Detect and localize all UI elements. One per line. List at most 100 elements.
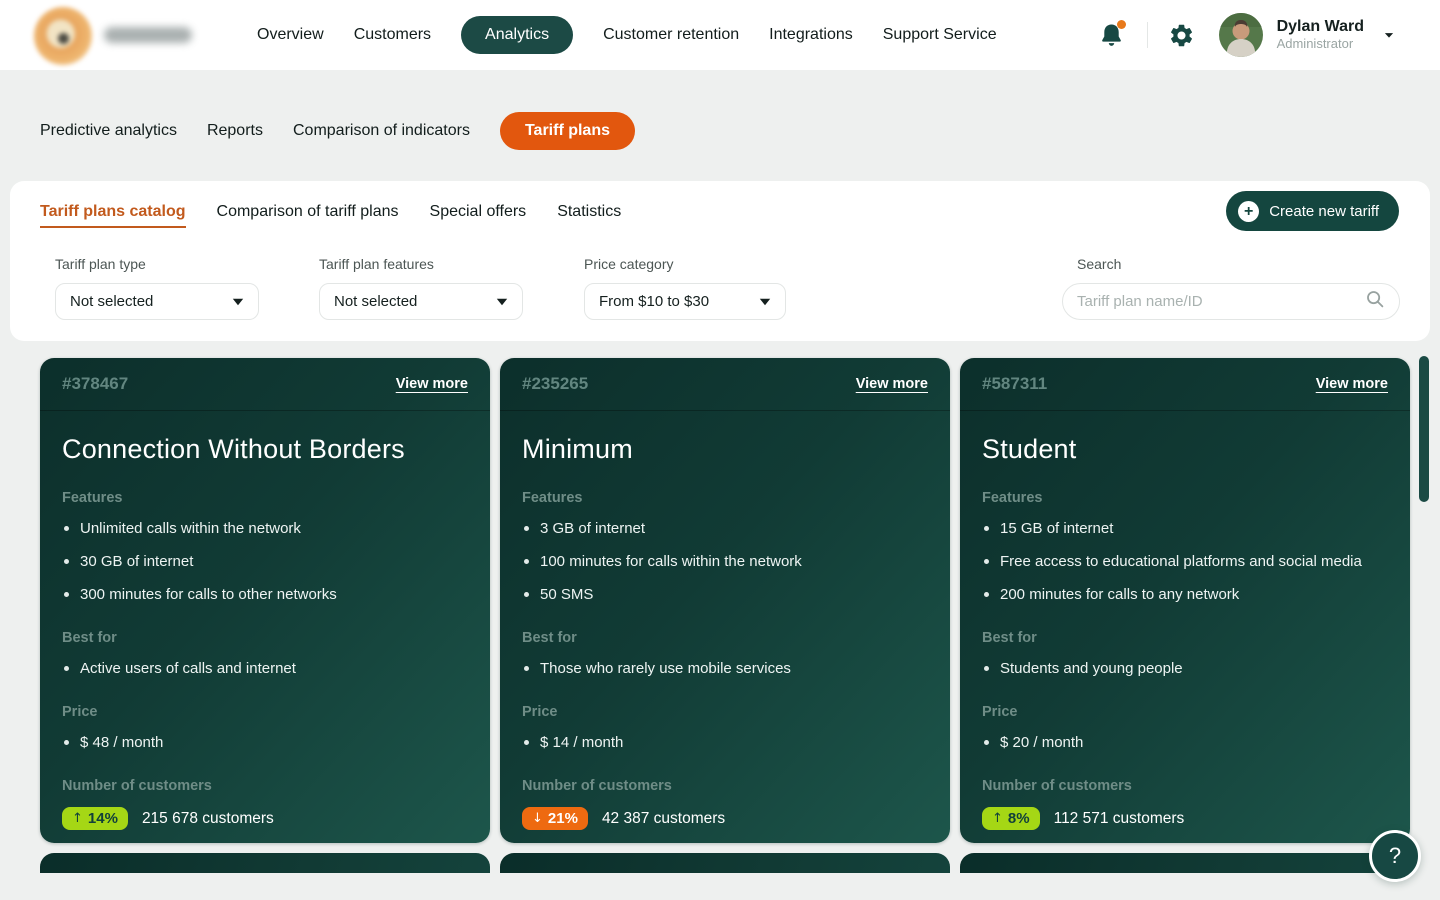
question-mark-icon: ? bbox=[1389, 843, 1401, 869]
feature-item: Free access to educational platforms and… bbox=[982, 552, 1388, 572]
tariff-cards-grid: #378467 View more Connection Without Bor… bbox=[40, 358, 1410, 843]
caret-down-icon bbox=[232, 298, 244, 306]
tariff-id: #235265 bbox=[522, 374, 588, 394]
best-for-item: Students and young people bbox=[982, 659, 1388, 679]
section-heading-features: Features bbox=[62, 490, 468, 506]
tariff-card-body: Connection Without Borders Features Unli… bbox=[40, 434, 490, 830]
section-heading-customers: Number of customers bbox=[522, 778, 928, 794]
user-name: Dylan Ward bbox=[1277, 18, 1364, 36]
caret-down-icon bbox=[759, 298, 771, 306]
nav-overview[interactable]: Overview bbox=[257, 26, 324, 44]
view-more-link[interactable]: View more bbox=[1316, 376, 1388, 392]
customers-count: 112 571 customers bbox=[1054, 810, 1185, 828]
feature-item: 100 minutes for calls within the network bbox=[522, 552, 928, 572]
tariff-plan-type-select[interactable]: Not selected bbox=[55, 283, 259, 320]
chevron-down-icon[interactable] bbox=[1380, 26, 1398, 44]
analytics-subnav: Predictive analytics Reports Comparison … bbox=[40, 109, 635, 153]
change-badge: ↑ 14% bbox=[62, 807, 128, 830]
search-group: Search bbox=[1062, 256, 1400, 320]
nav-support-service[interactable]: Support Service bbox=[883, 26, 997, 44]
price-list: $ 48 / month bbox=[62, 733, 468, 753]
subnav-comparison-of-indicators[interactable]: Comparison of indicators bbox=[293, 122, 470, 140]
notification-bell-icon[interactable] bbox=[1098, 22, 1125, 49]
filters-row: Tariff plan type Not selected Tariff pla… bbox=[10, 181, 1430, 341]
price-item: $ 20 / month bbox=[982, 733, 1388, 753]
filter-label: Tariff plan type bbox=[55, 256, 259, 272]
filter-tariff-plan-type: Tariff plan type Not selected bbox=[55, 256, 259, 320]
trend-up-arrow-icon: ↑ bbox=[992, 811, 1003, 826]
tariff-id: #378467 bbox=[62, 374, 128, 394]
best-for-list: Students and young people bbox=[982, 659, 1388, 679]
price-category-select[interactable]: From $10 to $30 bbox=[584, 283, 786, 320]
tariff-card-header: #235265 View more bbox=[500, 358, 950, 411]
search-label: Search bbox=[1077, 256, 1400, 272]
notification-dot bbox=[1117, 20, 1126, 29]
tariff-card-partial bbox=[960, 853, 1410, 873]
app-logo[interactable] bbox=[34, 7, 92, 65]
vertical-scrollbar-thumb[interactable] bbox=[1419, 356, 1429, 502]
section-heading-best-for: Best for bbox=[982, 630, 1388, 646]
tariff-card: #587311 View more Student Features 15 GB… bbox=[960, 358, 1410, 843]
price-item: $ 48 / month bbox=[62, 733, 468, 753]
tariff-card: #378467 View more Connection Without Bor… bbox=[40, 358, 490, 843]
tariff-card-partial bbox=[40, 853, 490, 873]
search-icon[interactable] bbox=[1365, 289, 1385, 314]
change-percent: 14% bbox=[88, 810, 118, 827]
features-list: 3 GB of internet 100 minutes for calls w… bbox=[522, 519, 928, 605]
section-heading-best-for: Best for bbox=[62, 630, 468, 646]
feature-item: 3 GB of internet bbox=[522, 519, 928, 539]
tariff-card-body: Student Features 15 GB of internet Free … bbox=[960, 434, 1410, 830]
customers-row: ↑ 8% 112 571 customers bbox=[982, 807, 1388, 830]
subnav-tariff-plans[interactable]: Tariff plans bbox=[500, 112, 635, 150]
view-more-link[interactable]: View more bbox=[856, 376, 928, 392]
user-avatar[interactable] bbox=[1219, 13, 1263, 57]
section-heading-features: Features bbox=[522, 490, 928, 506]
customers-row: ↑ 14% 215 678 customers bbox=[62, 807, 468, 830]
change-percent: 21% bbox=[548, 810, 578, 827]
tariff-title: Connection Without Borders bbox=[62, 434, 468, 465]
section-heading-price: Price bbox=[522, 704, 928, 720]
section-heading-features: Features bbox=[982, 490, 1388, 506]
filter-price-category: Price category From $10 to $30 bbox=[584, 256, 786, 320]
price-item: $ 14 / month bbox=[522, 733, 928, 753]
nav-analytics[interactable]: Analytics bbox=[461, 16, 573, 54]
change-badge: ↓ 21% bbox=[522, 807, 588, 830]
filter-tariff-plan-features: Tariff plan features Not selected bbox=[319, 256, 523, 320]
subnav-predictive-analytics[interactable]: Predictive analytics bbox=[40, 122, 177, 140]
change-badge: ↑ 8% bbox=[982, 807, 1040, 830]
search-input[interactable] bbox=[1077, 293, 1365, 310]
help-button[interactable]: ? bbox=[1369, 830, 1421, 882]
best-for-list: Those who rarely use mobile services bbox=[522, 659, 928, 679]
settings-gear-icon[interactable] bbox=[1168, 22, 1195, 49]
change-percent: 8% bbox=[1008, 810, 1030, 827]
customers-count: 42 387 customers bbox=[602, 810, 725, 828]
section-heading-price: Price bbox=[982, 704, 1388, 720]
feature-item: 300 minutes for calls to other networks bbox=[62, 585, 468, 605]
tariff-plan-features-select[interactable]: Not selected bbox=[319, 283, 523, 320]
feature-item: 15 GB of internet bbox=[982, 519, 1388, 539]
divider bbox=[1147, 22, 1148, 48]
user-menu[interactable]: Dylan Ward Administrator bbox=[1277, 18, 1364, 51]
section-heading-best-for: Best for bbox=[522, 630, 928, 646]
nav-integrations[interactable]: Integrations bbox=[769, 26, 853, 44]
customers-row: ↓ 21% 42 387 customers bbox=[522, 807, 928, 830]
features-list: Unlimited calls within the network 30 GB… bbox=[62, 519, 468, 605]
subnav-reports[interactable]: Reports bbox=[207, 122, 263, 140]
section-heading-customers: Number of customers bbox=[982, 778, 1388, 794]
best-for-item: Active users of calls and internet bbox=[62, 659, 468, 679]
tariff-title: Student bbox=[982, 434, 1388, 465]
price-list: $ 20 / month bbox=[982, 733, 1388, 753]
feature-item: Unlimited calls within the network bbox=[62, 519, 468, 539]
price-list: $ 14 / month bbox=[522, 733, 928, 753]
nav-customer-retention[interactable]: Customer retention bbox=[603, 26, 739, 44]
filter-label: Price category bbox=[584, 256, 786, 272]
main-nav: Overview Customers Analytics Customer re… bbox=[257, 0, 997, 70]
view-more-link[interactable]: View more bbox=[396, 376, 468, 392]
nav-customers[interactable]: Customers bbox=[354, 26, 431, 44]
tariff-title: Minimum bbox=[522, 434, 928, 465]
feature-item: 200 minutes for calls to any network bbox=[982, 585, 1388, 605]
top-bar: Overview Customers Analytics Customer re… bbox=[0, 0, 1440, 70]
tariff-card-body: Minimum Features 3 GB of internet 100 mi… bbox=[500, 434, 950, 830]
features-list: 15 GB of internet Free access to educati… bbox=[982, 519, 1388, 605]
section-heading-customers: Number of customers bbox=[62, 778, 468, 794]
